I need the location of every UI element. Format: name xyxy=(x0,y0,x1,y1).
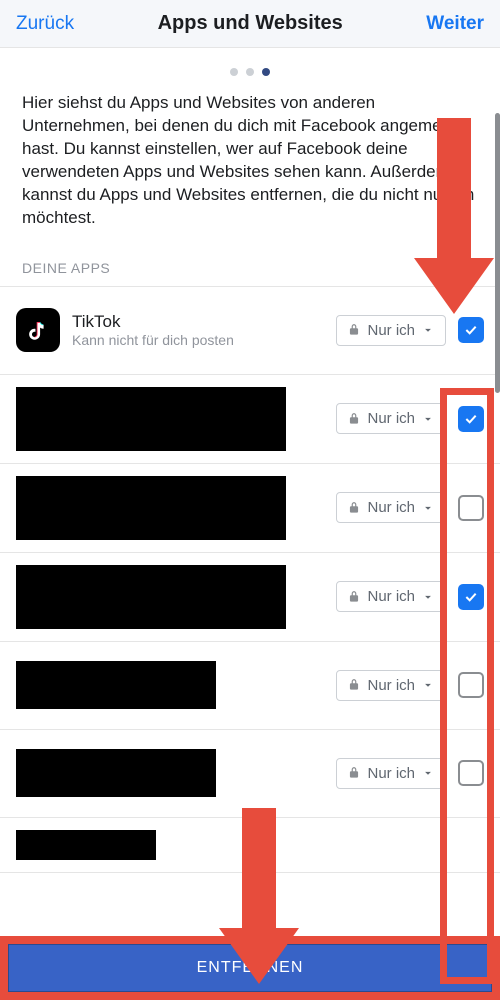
page-title: Apps und Websites xyxy=(158,12,343,35)
privacy-label: Nur ich xyxy=(367,499,415,516)
app-row-redacted: Nur ich xyxy=(0,375,500,464)
redacted-app-icon xyxy=(16,749,216,797)
chevron-down-icon xyxy=(421,501,435,515)
app-row-tiktok: TikTok Kann nicht für dich posten Nur ic… xyxy=(0,287,500,375)
dot-2 xyxy=(246,68,254,76)
header: Zurück Apps und Websites Weiter xyxy=(0,0,500,48)
privacy-label: Nur ich xyxy=(367,322,415,339)
checkbox[interactable] xyxy=(458,760,484,786)
scrollbar[interactable] xyxy=(495,113,500,393)
checkbox[interactable] xyxy=(458,672,484,698)
app-row-redacted: Nur ich xyxy=(0,642,500,730)
lock-icon xyxy=(347,678,361,692)
redacted-app-icon xyxy=(16,476,286,540)
privacy-select[interactable]: Nur ich xyxy=(336,403,446,434)
checkbox[interactable] xyxy=(458,317,484,343)
page-indicator xyxy=(0,48,500,92)
checkbox[interactable] xyxy=(458,584,484,610)
app-row-redacted: Nur ich xyxy=(0,730,500,818)
chevron-down-icon xyxy=(421,766,435,780)
chevron-down-icon xyxy=(421,590,435,604)
app-row-redacted: Nur ich xyxy=(0,464,500,553)
privacy-label: Nur ich xyxy=(367,588,415,605)
chevron-down-icon xyxy=(421,323,435,337)
description-text: Hier siehst du Apps und Websites von and… xyxy=(0,92,500,260)
privacy-label: Nur ich xyxy=(367,677,415,694)
app-row-partial xyxy=(0,818,500,873)
app-list: TikTok Kann nicht für dich posten Nur ic… xyxy=(0,286,500,873)
section-label: DEINE APPS xyxy=(0,260,500,286)
app-row-redacted: Nur ich xyxy=(0,553,500,642)
lock-icon xyxy=(347,501,361,515)
privacy-label: Nur ich xyxy=(367,765,415,782)
lock-icon xyxy=(347,590,361,604)
chevron-down-icon xyxy=(421,412,435,426)
dot-1 xyxy=(230,68,238,76)
redacted-app-icon xyxy=(16,565,286,629)
content-area: Hier siehst du Apps und Websites von and… xyxy=(0,48,500,988)
checkbox[interactable] xyxy=(458,495,484,521)
privacy-select[interactable]: Nur ich xyxy=(336,758,446,789)
lock-icon xyxy=(347,412,361,426)
privacy-select[interactable]: Nur ich xyxy=(336,581,446,612)
redacted-app-icon xyxy=(16,387,286,451)
remove-bar: ENTFERNEN xyxy=(0,936,500,1000)
chevron-down-icon xyxy=(421,678,435,692)
back-button[interactable]: Zurück xyxy=(16,13,74,35)
redacted-app-icon xyxy=(16,661,216,709)
privacy-select[interactable]: Nur ich xyxy=(336,315,446,346)
dot-3 xyxy=(262,68,270,76)
app-name: TikTok xyxy=(72,312,336,332)
app-info: TikTok Kann nicht für dich posten xyxy=(72,312,336,349)
privacy-select[interactable]: Nur ich xyxy=(336,492,446,523)
checkbox[interactable] xyxy=(458,406,484,432)
tiktok-icon xyxy=(16,308,60,352)
privacy-label: Nur ich xyxy=(367,410,415,427)
redacted-app-icon xyxy=(16,830,156,860)
remove-button[interactable]: ENTFERNEN xyxy=(8,944,492,992)
next-button[interactable]: Weiter xyxy=(426,13,484,35)
privacy-select[interactable]: Nur ich xyxy=(336,670,446,701)
lock-icon xyxy=(347,323,361,337)
app-subtitle: Kann nicht für dich posten xyxy=(72,332,336,349)
lock-icon xyxy=(347,766,361,780)
